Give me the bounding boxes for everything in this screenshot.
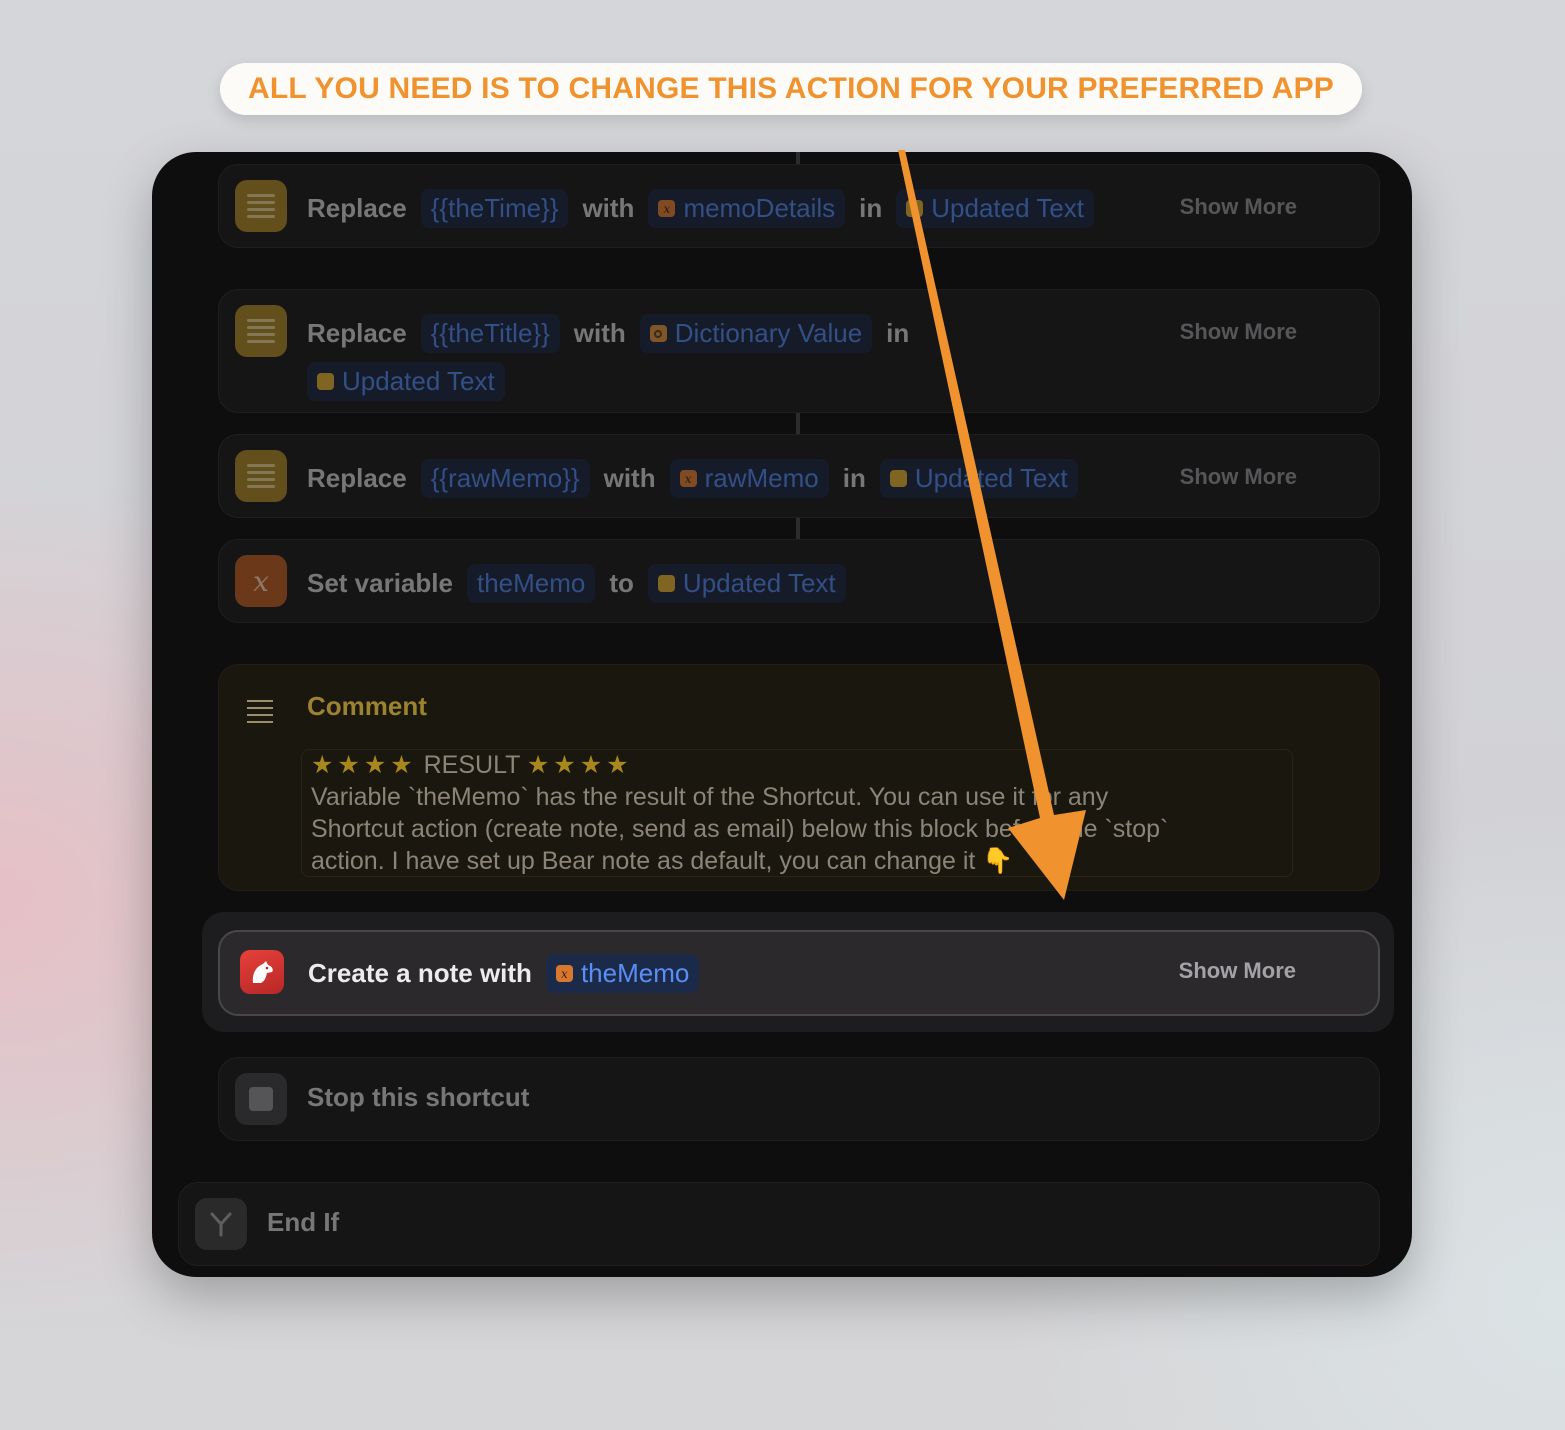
in-label: in	[886, 318, 910, 348]
result-label: RESULT	[423, 751, 520, 779]
find-token[interactable]: {{theTitle}}	[420, 314, 560, 353]
value-token-label: Dictionary Value	[674, 318, 863, 348]
variable-name-token[interactable]: theMemo	[466, 564, 596, 603]
replace-action-card[interactable]: Replace {{rawMemo}} with x rawMemo in Upd…	[218, 434, 1380, 518]
comment-title: Comment	[307, 691, 427, 721]
action-label: Stop this shortcut	[307, 1082, 530, 1112]
comment-line: action. I have set up Bear note as defau…	[311, 847, 1014, 875]
target-token[interactable]: Updated Text	[896, 189, 1095, 228]
target-token[interactable]: Updated Text	[647, 564, 846, 603]
target-token-label: Updated Text	[914, 463, 1068, 493]
text-icon	[906, 200, 924, 217]
connector-line	[796, 410, 800, 434]
to-label: to	[609, 568, 634, 598]
variable-icon: x	[679, 470, 697, 487]
replace-action-card[interactable]: Replace {{theTime}} with x memoDetails in…	[218, 164, 1380, 248]
action-verb: Set variable	[307, 568, 453, 598]
text-icon	[317, 373, 334, 390]
find-token-label: {{theTime}}	[430, 193, 559, 223]
with-label: with	[603, 463, 656, 493]
banner-text: ALL YOU NEED IS TO CHANGE THIS ACTION FO…	[247, 72, 1334, 105]
variable-name-label: theMemo	[476, 568, 586, 598]
memo-token[interactable]: x theMemo	[545, 954, 700, 993]
show-more-button[interactable]: Show More	[1180, 319, 1297, 345]
action-verb: Replace	[307, 463, 407, 493]
stop-shortcut-action-card[interactable]: Stop this shortcut	[218, 1057, 1380, 1141]
stop-icon	[235, 1073, 287, 1125]
with-label: with	[573, 318, 626, 348]
target-token[interactable]: Updated Text	[879, 459, 1078, 498]
find-token-label: {{rawMemo}}	[430, 463, 580, 493]
variable-icon: x	[235, 555, 287, 607]
text-icon	[657, 575, 675, 592]
action-verb: Replace	[307, 318, 407, 348]
show-more-button[interactable]: Show More	[1180, 464, 1297, 490]
selected-action-highlight: Create a note with x theMemo Show More	[202, 912, 1394, 1032]
text-icon	[235, 180, 287, 232]
stars-left: ★★★★	[311, 751, 417, 779]
in-label: in	[842, 463, 866, 493]
find-token-label: {{theTitle}}	[430, 318, 550, 348]
stars-right: ★★★★	[526, 751, 633, 779]
branch-icon	[195, 1198, 247, 1250]
variable-icon: x	[658, 200, 676, 217]
connector-line	[796, 152, 800, 164]
comment-text: ★★★★ RESULT ★★★★ Variable `theMemo` has …	[311, 749, 1311, 877]
value-token-label: memoDetails	[683, 193, 836, 223]
comment-line: Shortcut action (create note, send as em…	[311, 815, 1169, 843]
replace-action-card[interactable]: Replace {{theTitle}} with Dictionary Val…	[218, 289, 1380, 413]
target-token-label: Updated Text	[682, 568, 836, 598]
value-token[interactable]: x rawMemo	[669, 459, 829, 498]
comment-icon	[247, 695, 273, 728]
dictionary-icon	[649, 325, 667, 342]
create-note-action-card[interactable]: Create a note with x theMemo Show More	[218, 930, 1380, 1016]
action-label: Create a note with	[308, 958, 532, 988]
text-icon	[889, 470, 907, 487]
comment-action-card[interactable]: Comment ★★★★ RESULT ★★★★ Variable `theMe…	[218, 664, 1380, 891]
find-token[interactable]: {{theTime}}	[420, 189, 569, 228]
value-token[interactable]: Dictionary Value	[639, 314, 873, 353]
with-label: with	[582, 193, 635, 223]
value-token[interactable]: x memoDetails	[648, 189, 846, 228]
instruction-banner: ALL YOU NEED IS TO CHANGE THIS ACTION FO…	[220, 63, 1362, 115]
value-token-label: rawMemo	[704, 463, 819, 493]
variable-icon: x	[555, 965, 573, 982]
connector-line	[796, 515, 800, 539]
target-token-label: Updated Text	[931, 193, 1085, 223]
in-label: in	[859, 193, 883, 223]
text-icon	[235, 450, 287, 502]
set-variable-action-card[interactable]: x Set variable theMemo to Updated Text	[218, 539, 1380, 623]
memo-token-label: theMemo	[580, 958, 690, 988]
text-icon	[235, 305, 287, 357]
target-token-label: Updated Text	[342, 366, 495, 396]
show-more-button[interactable]: Show More	[1179, 958, 1296, 984]
end-if-block[interactable]: End If	[178, 1182, 1380, 1266]
end-if-label: End If	[267, 1207, 340, 1237]
action-verb: Replace	[307, 193, 407, 223]
bear-app-icon	[240, 950, 284, 994]
show-more-button[interactable]: Show More	[1180, 194, 1297, 220]
comment-line: Variable `theMemo` has the result of the…	[311, 783, 1109, 811]
find-token[interactable]: {{rawMemo}}	[420, 459, 590, 498]
shortcut-editor-panel: Replace {{theTime}} with x memoDetails in…	[152, 152, 1412, 1277]
target-token[interactable]: Updated Text	[307, 362, 505, 401]
